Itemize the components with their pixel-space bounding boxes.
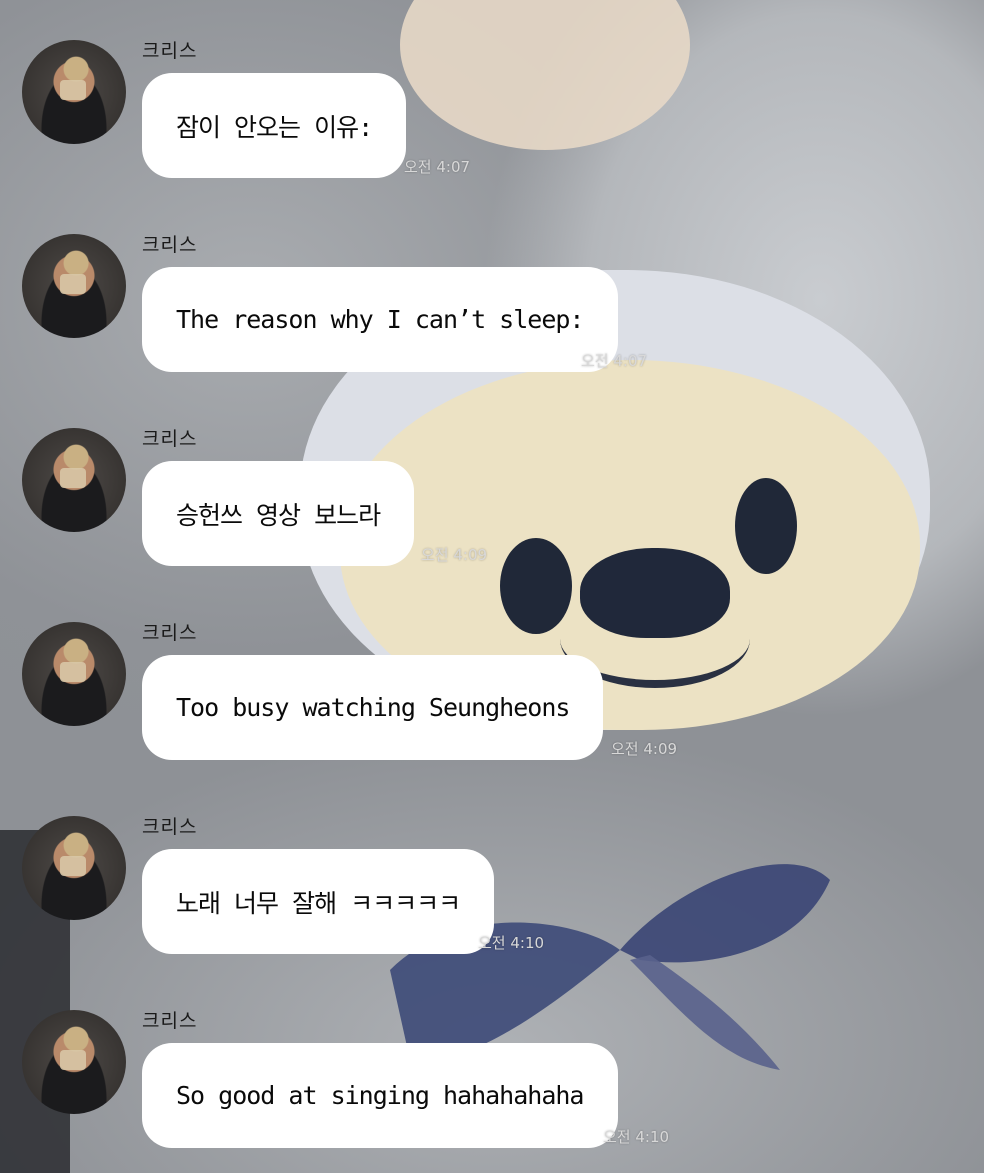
sender-name: 크리스 bbox=[142, 1010, 198, 1032]
sender-name: 크리스 bbox=[142, 234, 198, 256]
message-bubble[interactable]: 잠이 안오는 이유: bbox=[142, 73, 407, 178]
message-time: 오전 4:09 bbox=[421, 546, 488, 564]
plush-eye-right bbox=[735, 478, 797, 574]
avatar[interactable] bbox=[22, 234, 126, 338]
avatar[interactable] bbox=[22, 1010, 126, 1114]
avatar[interactable] bbox=[22, 816, 126, 920]
sender-name: 크리스 bbox=[142, 622, 198, 644]
plush-ear bbox=[400, 0, 690, 150]
message-time: 오전 4:07 bbox=[404, 158, 471, 176]
avatar[interactable] bbox=[22, 428, 126, 532]
message-time: 오전 4:10 bbox=[478, 934, 545, 952]
sender-name: 크리스 bbox=[142, 816, 198, 838]
avatar[interactable] bbox=[22, 622, 126, 726]
message-time: 오전 4:07 bbox=[581, 352, 648, 370]
message-time: 오전 4:09 bbox=[611, 740, 678, 758]
sender-name: 크리스 bbox=[142, 428, 198, 450]
message-bubble[interactable]: 노래 너무 잘해 ㅋㅋㅋㅋㅋ bbox=[142, 849, 495, 954]
message-bubble[interactable]: 승헌쓰 영상 보느라 bbox=[142, 461, 415, 566]
message-bubble[interactable]: The reason why I can’t sleep: bbox=[142, 267, 618, 372]
message-bubble[interactable]: Too busy watching Seungheons bbox=[142, 655, 604, 760]
message-bubble[interactable]: So good at singing hahahahaha bbox=[142, 1043, 618, 1148]
avatar[interactable] bbox=[22, 40, 126, 144]
message-time: 오전 4:10 bbox=[603, 1128, 670, 1146]
chat-background bbox=[0, 0, 984, 1173]
sender-name: 크리스 bbox=[142, 40, 198, 62]
